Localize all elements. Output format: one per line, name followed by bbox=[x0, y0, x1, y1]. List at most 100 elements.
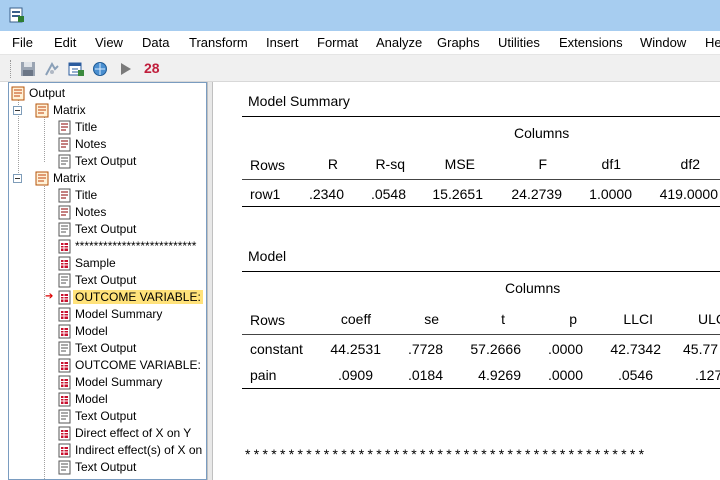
table-title: Model bbox=[248, 248, 287, 264]
table-cell: .127 bbox=[695, 367, 720, 383]
goto-data-icon[interactable] bbox=[66, 59, 86, 79]
tree-node-text-output[interactable]: Text Output bbox=[57, 153, 206, 170]
table-top-rule bbox=[242, 271, 720, 272]
title-page-icon bbox=[58, 188, 71, 203]
table-cell: .7728 bbox=[407, 341, 443, 357]
notes-table-icon bbox=[58, 205, 71, 220]
menu-insert[interactable]: Insert bbox=[266, 35, 299, 50]
text-output-icon bbox=[58, 409, 71, 424]
goto-variable-icon[interactable] bbox=[90, 59, 110, 79]
table-title: Model Summary bbox=[248, 93, 350, 109]
pivot-table-icon bbox=[58, 307, 71, 322]
output-book-icon bbox=[11, 86, 25, 101]
table-bottom-rule bbox=[242, 206, 720, 207]
text-output-icon bbox=[58, 341, 71, 356]
tree-node-indirect-effect[interactable]: Indirect effect(s) of X on bbox=[57, 442, 206, 459]
header-rule bbox=[242, 179, 720, 180]
tree-node-table[interactable]: ************************** bbox=[57, 238, 206, 255]
toolbar: 28 bbox=[0, 55, 720, 82]
tree-node-model-summary[interactable]: Model Summary bbox=[57, 306, 206, 323]
tree-node-outcome-variable-selected[interactable]: ➔ OUTCOME VARIABLE: bbox=[45, 289, 206, 306]
tree-node-text-output[interactable]: Text Output bbox=[57, 340, 206, 357]
tree-node-title[interactable]: Title bbox=[57, 187, 206, 204]
designate-window-icon[interactable] bbox=[42, 59, 62, 79]
table-cell: 419.0000 bbox=[659, 186, 718, 202]
tree-node-matrix[interactable]: Matrix bbox=[13, 170, 203, 187]
row-label: constant bbox=[250, 341, 303, 357]
tree-node-matrix[interactable]: Matrix bbox=[13, 102, 203, 119]
column-header: p bbox=[569, 311, 577, 327]
menu-transform[interactable]: Transform bbox=[189, 35, 248, 50]
table-cell: .0184 bbox=[407, 367, 443, 383]
tree-node-direct-effect[interactable]: Direct effect of X on Y bbox=[57, 425, 206, 442]
output-content-pane[interactable]: Model Summary Columns Rows R R-sq MSE F … bbox=[213, 82, 720, 480]
menu-window[interactable]: Window bbox=[640, 35, 686, 50]
pivot-table-icon bbox=[58, 443, 71, 458]
tree-node-model[interactable]: Model bbox=[57, 391, 206, 408]
tree-node-text-output[interactable]: Text Output bbox=[57, 408, 206, 425]
table-cell: .0000 bbox=[547, 341, 583, 357]
tree-node-sample[interactable]: Sample bbox=[57, 255, 206, 272]
tree-node-output[interactable]: Output bbox=[11, 85, 201, 102]
menu-format[interactable]: Format bbox=[317, 35, 358, 50]
text-output-icon bbox=[58, 460, 71, 475]
table-cell: .0548 bbox=[370, 186, 406, 202]
table-cell: 44.2531 bbox=[330, 341, 381, 357]
tree-connector bbox=[44, 115, 45, 162]
table-cell: 45.77 bbox=[683, 341, 719, 357]
column-header: df1 bbox=[601, 156, 621, 172]
tree-node-outcome-variable[interactable]: OUTCOME VARIABLE: bbox=[57, 357, 206, 374]
table-cell: .0909 bbox=[337, 367, 373, 383]
collapse-icon[interactable] bbox=[13, 106, 22, 115]
column-header: se bbox=[424, 311, 439, 327]
title-page-icon bbox=[58, 120, 71, 135]
rows-header: Rows bbox=[250, 312, 286, 328]
menu-edit[interactable]: Edit bbox=[54, 35, 76, 50]
menu-bar: File Edit View Data Transform Insert For… bbox=[0, 31, 720, 55]
menu-data[interactable]: Data bbox=[142, 35, 169, 50]
tree-node-text-output[interactable]: Text Output bbox=[57, 459, 206, 476]
column-header: F bbox=[538, 156, 547, 172]
rows-header: Rows bbox=[250, 157, 286, 173]
text-output-separator: ****************************************… bbox=[245, 446, 648, 462]
run-icon[interactable] bbox=[116, 59, 136, 79]
pivot-table-icon bbox=[58, 426, 71, 441]
tree-node-notes[interactable]: Notes bbox=[57, 204, 206, 221]
menu-view[interactable]: View bbox=[95, 35, 123, 50]
table-cell: 42.7342 bbox=[610, 341, 661, 357]
pivot-table-icon bbox=[58, 256, 71, 271]
notes-table-icon bbox=[58, 137, 71, 152]
collapse-icon[interactable] bbox=[13, 174, 22, 183]
output-outline-pane[interactable]: Output Matrix Title Notes Text Output Ma… bbox=[8, 82, 207, 480]
text-output-icon bbox=[58, 273, 71, 288]
menu-utilities[interactable]: Utilities bbox=[498, 35, 540, 50]
tree-node-model[interactable]: Model bbox=[57, 323, 206, 340]
toolbar-badge[interactable]: 28 bbox=[144, 60, 160, 76]
table-cell: 57.2666 bbox=[470, 341, 521, 357]
column-header: R bbox=[327, 156, 338, 172]
tree-node-notes[interactable]: Notes bbox=[57, 136, 206, 153]
tree-node-text-output[interactable]: Text Output bbox=[57, 272, 206, 289]
column-header: MSE bbox=[444, 156, 475, 172]
column-header: coeff bbox=[340, 311, 371, 327]
tree-node-title[interactable]: Title bbox=[57, 119, 206, 136]
column-header: ULC bbox=[698, 311, 720, 327]
menu-file[interactable]: File bbox=[12, 35, 33, 50]
procedure-book-icon bbox=[35, 103, 49, 118]
pivot-table-icon bbox=[58, 239, 71, 254]
table-cell: 24.2739 bbox=[511, 186, 562, 202]
table-cell: 4.9269 bbox=[478, 367, 521, 383]
text-output-icon bbox=[58, 222, 71, 237]
tree-node-text-output[interactable]: Text Output bbox=[57, 221, 206, 238]
column-header: R-sq bbox=[375, 156, 405, 172]
menu-help[interactable]: He bbox=[705, 35, 720, 50]
spss-viewer-icon bbox=[9, 7, 24, 23]
menu-analyze[interactable]: Analyze bbox=[376, 35, 422, 50]
header-rule bbox=[242, 334, 720, 335]
save-icon[interactable] bbox=[18, 59, 38, 79]
table-cell: .2340 bbox=[308, 186, 344, 202]
procedure-book-icon bbox=[35, 171, 49, 186]
menu-extensions[interactable]: Extensions bbox=[559, 35, 623, 50]
menu-graphs[interactable]: Graphs bbox=[437, 35, 480, 50]
tree-node-model-summary[interactable]: Model Summary bbox=[57, 374, 206, 391]
